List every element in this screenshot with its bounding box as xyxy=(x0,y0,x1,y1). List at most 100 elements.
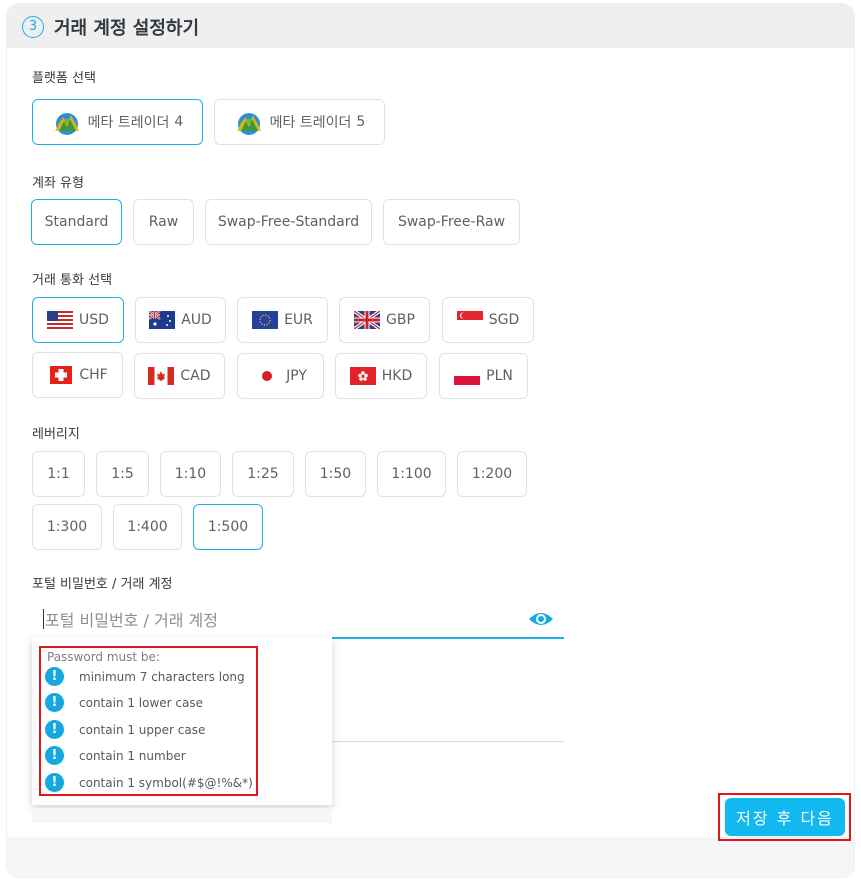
option-label: 1:400 xyxy=(127,519,168,535)
exclamation-icon: ! xyxy=(45,773,64,792)
option-label: Swap-Free-Raw xyxy=(397,214,506,230)
leverage-label: 레버리지 xyxy=(32,427,80,442)
password-input[interactable]: 포털 비밀번호 / 거래 계정 xyxy=(32,601,564,639)
platform-label: 플랫폼 선택 xyxy=(32,71,96,86)
requirement-item: ! minimum 7 characters long xyxy=(45,667,245,686)
save-and-next-button[interactable]: 저장 후 다음 xyxy=(725,798,845,836)
option-label: 1:200 xyxy=(471,466,513,482)
platform-option-version: 5 xyxy=(356,114,366,130)
platform-option-mt5[interactable]: 메타 트레이더 5 xyxy=(214,99,385,145)
option-label: USD xyxy=(79,312,109,328)
requirement-text: contain 1 upper case xyxy=(79,722,206,737)
requirement-text: minimum 7 characters long xyxy=(79,669,245,684)
save-button-highlight: 저장 후 다음 xyxy=(718,793,851,841)
leverage-1-300[interactable]: 1:300 xyxy=(32,504,102,550)
option-label: EUR xyxy=(284,312,313,328)
platform-option-mt4[interactable]: 메타 트레이더 4 xyxy=(32,99,203,145)
leverage-1-1[interactable]: 1:1 xyxy=(32,451,85,497)
currency-chf[interactable]: CHF xyxy=(32,352,123,398)
option-label: Raw xyxy=(148,214,179,230)
account-type-swap-free-raw[interactable]: Swap-Free-Raw xyxy=(383,199,520,245)
option-label: 1:50 xyxy=(319,466,352,482)
text-caret xyxy=(43,609,44,629)
option-label: AUD xyxy=(181,312,212,328)
option-label: 1:1 xyxy=(47,466,70,482)
password-placeholder: 포털 비밀번호 / 거래 계정 xyxy=(45,611,218,630)
requirement-text: contain 1 lower case xyxy=(79,695,204,710)
requirements-highlight: Password must be: ! minimum 7 characters… xyxy=(39,646,258,796)
poland-flag-icon xyxy=(454,367,481,385)
requirement-text: contain 1 symbol(#$@!%&*) xyxy=(79,775,253,790)
currency-usd[interactable]: USD xyxy=(32,297,124,343)
metatrader-logo-icon xyxy=(54,113,79,135)
option-label: 1:100 xyxy=(391,466,432,482)
currency-sgd[interactable]: SGD xyxy=(442,297,534,343)
platform-option-name: 메타 트레이더 xyxy=(87,115,170,131)
option-label: PLN xyxy=(486,368,513,384)
leverage-1-50[interactable]: 1:50 xyxy=(305,451,366,497)
leverage-1-5[interactable]: 1:5 xyxy=(96,451,149,497)
requirement-item: ! contain 1 number xyxy=(45,746,186,765)
option-label: CHF xyxy=(79,367,108,383)
exclamation-icon: ! xyxy=(45,720,64,739)
account-type-raw[interactable]: Raw xyxy=(133,199,194,245)
currency-eur[interactable]: EUR xyxy=(237,297,328,343)
currency-aud[interactable]: AUD xyxy=(135,297,226,343)
password-requirements-tooltip: Password must be: ! minimum 7 characters… xyxy=(32,637,332,805)
us-flag-icon xyxy=(47,311,74,329)
password-label: 포털 비밀번호 / 거래 계정 xyxy=(32,577,173,592)
requirement-item: ! contain 1 lower case xyxy=(45,693,203,712)
exclamation-icon: ! xyxy=(45,746,64,765)
option-label: 1:10 xyxy=(174,466,207,482)
option-label: 1:5 xyxy=(111,466,134,482)
option-label: Swap-Free-Standard xyxy=(217,214,360,230)
requirement-text: contain 1 number xyxy=(79,748,186,763)
account-type-swap-free-standard[interactable]: Swap-Free-Standard xyxy=(205,199,372,245)
option-label: SGD xyxy=(488,312,520,328)
eye-icon[interactable] xyxy=(528,610,554,628)
requirements-title: Password must be: xyxy=(47,650,160,664)
canada-flag-icon xyxy=(148,367,175,385)
option-label: 1:25 xyxy=(247,466,279,482)
card-title: 거래 계정 설정하기 xyxy=(54,18,200,39)
exclamation-icon: ! xyxy=(45,667,64,686)
exclamation-icon: ! xyxy=(45,693,64,712)
leverage-1-10[interactable]: 1:10 xyxy=(160,451,221,497)
platform-option-name: 메타 트레이더 xyxy=(269,115,352,131)
currency-jpy[interactable]: JPY xyxy=(237,353,324,399)
metatrader-logo-icon xyxy=(236,113,261,135)
option-label: HKD xyxy=(381,368,413,384)
account-type-standard[interactable]: Standard xyxy=(31,199,122,245)
leverage-1-25[interactable]: 1:25 xyxy=(232,451,294,497)
option-label: 1:300 xyxy=(46,519,88,535)
leverage-1-400[interactable]: 1:400 xyxy=(113,504,182,550)
card-header: 3 거래 계정 설정하기 xyxy=(7,4,854,48)
switzerland-flag-icon xyxy=(47,366,73,384)
requirement-item: ! contain 1 upper case xyxy=(45,720,205,739)
australia-flag-icon xyxy=(149,311,176,329)
currency-hkd[interactable]: HKD xyxy=(335,353,427,399)
japan-flag-icon xyxy=(254,367,281,385)
option-label: Standard xyxy=(44,214,109,230)
currency-label: 거래 통화 선택 xyxy=(32,273,113,288)
option-label: JPY xyxy=(286,368,307,384)
singapore-flag-icon xyxy=(456,311,483,329)
uk-flag-icon xyxy=(354,311,381,329)
platform-option-version: 4 xyxy=(174,114,184,130)
eu-flag-icon xyxy=(252,311,279,329)
card-footer xyxy=(7,837,854,877)
currency-gbp[interactable]: GBP xyxy=(339,297,430,343)
requirement-item: ! contain 1 symbol(#$@!%&*) xyxy=(45,773,253,792)
account-type-label: 계좌 유형 xyxy=(32,176,84,191)
currency-pln[interactable]: PLN xyxy=(439,353,528,399)
option-label: GBP xyxy=(386,312,415,328)
hong-kong-flag-icon xyxy=(349,367,376,385)
currency-cad[interactable]: CAD xyxy=(134,353,225,399)
tooltip-footer-strip xyxy=(32,808,332,823)
leverage-1-500[interactable]: 1:500 xyxy=(193,504,263,550)
step-number: 3 xyxy=(22,16,44,38)
leverage-1-100[interactable]: 1:100 xyxy=(377,451,446,497)
option-label: 1:500 xyxy=(207,519,249,535)
option-label: CAD xyxy=(180,368,211,384)
leverage-1-200[interactable]: 1:200 xyxy=(457,451,527,497)
